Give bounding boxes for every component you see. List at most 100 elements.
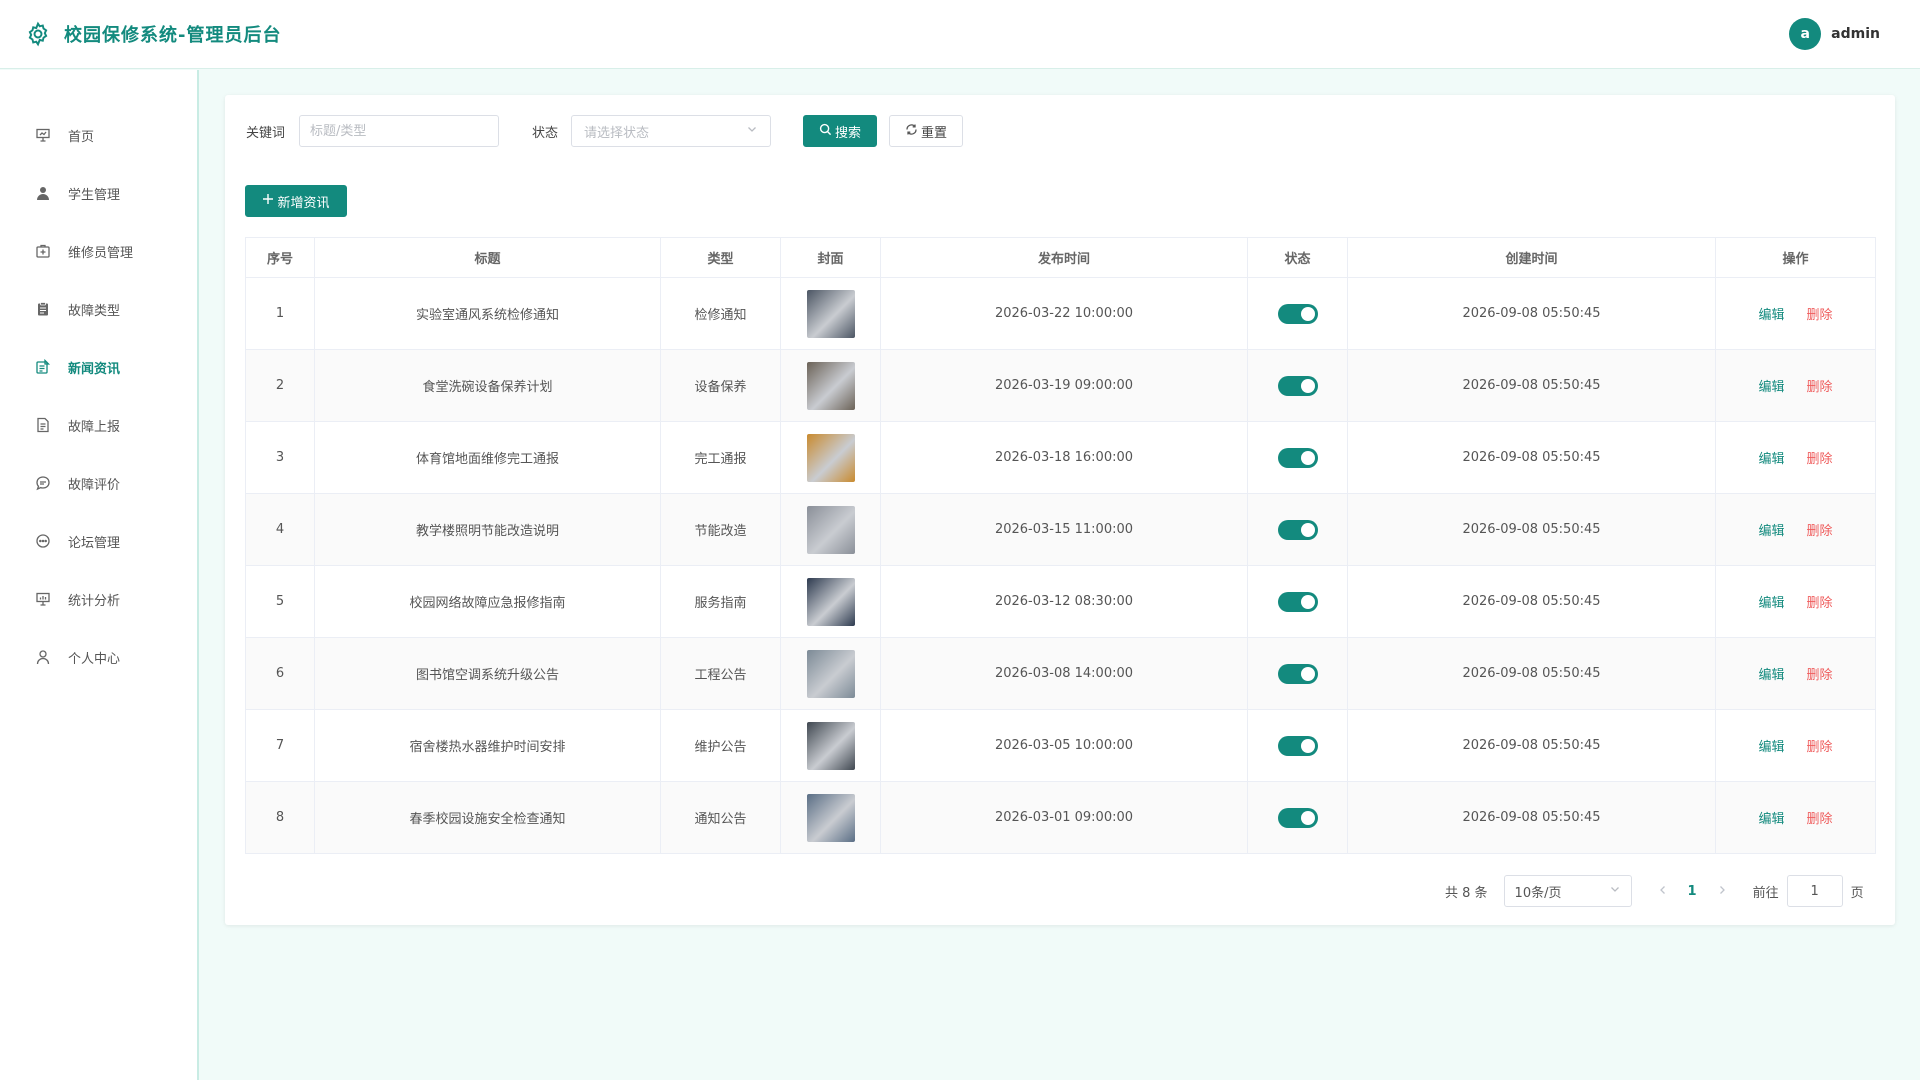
column-header-actions: 操作 (1715, 237, 1876, 278)
reset-button[interactable]: 重置 (889, 115, 963, 147)
sidebar-item-fault-review[interactable]: 故障评价 (0, 463, 197, 503)
sidebar-item-label: 学生管理 (68, 187, 121, 203)
row-created-time: 2026-09-08 05:50:45 (1347, 637, 1716, 710)
table-header-row: 序号 标题 类型 封面 发布时间 状态 创建时间 操作 (245, 237, 1876, 278)
sidebar-item-fault-report[interactable]: 故障上报 (0, 405, 197, 445)
sidebar-item-label: 故障类型 (68, 303, 121, 319)
edit-link[interactable]: 编辑 (1758, 596, 1784, 611)
row-created-time: 2026-09-08 05:50:45 (1347, 781, 1716, 854)
avatar[interactable]: a (1789, 18, 1822, 50)
cover-image[interactable] (806, 649, 855, 698)
table-row: 3 体育馆地面维修完工通报 完工通报 2026-03-18 16:00:00 2… (245, 421, 1876, 494)
status-toggle[interactable] (1277, 447, 1318, 468)
status-toggle[interactable] (1277, 303, 1318, 324)
table-row: 2 食堂洗碗设备保养计划 设备保养 2026-03-19 09:00:00 20… (245, 349, 1876, 422)
delete-link[interactable]: 删除 (1807, 668, 1833, 683)
person-icon (34, 648, 52, 666)
edit-link[interactable]: 编辑 (1758, 380, 1784, 395)
table-row: 6 图书馆空调系统升级公告 工程公告 2026-03-08 14:00:00 2… (245, 637, 1876, 710)
add-news-button-label: 新增资讯 (277, 195, 330, 211)
delete-link[interactable]: 删除 (1807, 596, 1833, 611)
cover-image[interactable] (806, 793, 855, 842)
sidebar-item-students[interactable]: 学生管理 (0, 173, 197, 213)
row-type: 设备保养 (660, 349, 781, 422)
row-index: 8 (245, 781, 315, 854)
status-toggle[interactable] (1277, 735, 1318, 756)
delete-link[interactable]: 删除 (1807, 812, 1833, 827)
top-header: 校园保修系统-管理员后台 a admin (0, 0, 1920, 69)
sidebar: 首页 学生管理 维修员管理 故障类型 新闻资讯 故障上报 故障评价 论坛管理 统… (0, 70, 199, 1080)
cover-image[interactable] (806, 577, 855, 626)
sidebar-item-home[interactable]: 首页 (0, 115, 197, 155)
news-icon (34, 358, 52, 376)
edit-link[interactable]: 编辑 (1758, 308, 1784, 323)
add-news-button[interactable]: 新增资讯 (245, 185, 347, 217)
sidebar-item-label: 新闻资讯 (68, 361, 121, 377)
reset-button-label: 重置 (920, 125, 947, 141)
cover-image[interactable] (806, 361, 855, 410)
delete-link[interactable]: 删除 (1807, 452, 1833, 467)
pagination-total: 共 8 条 (1445, 885, 1488, 901)
page-size-select[interactable]: 10条/页 (1503, 875, 1632, 907)
row-created-time: 2026-09-08 05:50:45 (1347, 709, 1716, 782)
cover-image[interactable] (806, 433, 855, 482)
main-card: 关键词 状态 请选择状态 搜索 重置 新增资讯 序号 标 (225, 95, 1895, 925)
sidebar-item-repairers[interactable]: 维修员管理 (0, 231, 197, 271)
delete-link[interactable]: 删除 (1807, 308, 1833, 323)
search-icon (819, 123, 832, 140)
row-index: 5 (245, 565, 315, 638)
row-publish-time: 2026-03-18 16:00:00 (880, 421, 1248, 494)
row-type: 节能改造 (660, 493, 781, 566)
next-page-button[interactable] (1717, 884, 1727, 899)
user-name[interactable]: admin (1831, 26, 1880, 42)
delete-link[interactable]: 删除 (1807, 380, 1833, 395)
page-size-value: 10条/页 (1514, 885, 1562, 901)
keyword-input[interactable] (299, 115, 499, 147)
edit-link[interactable]: 编辑 (1758, 452, 1784, 467)
status-toggle[interactable] (1277, 591, 1318, 612)
row-title: 体育馆地面维修完工通报 (314, 421, 661, 494)
row-publish-time: 2026-03-01 09:00:00 (880, 781, 1248, 854)
row-title: 春季校园设施安全检查通知 (314, 781, 661, 854)
status-toggle[interactable] (1277, 519, 1318, 540)
edit-link[interactable]: 编辑 (1758, 812, 1784, 827)
status-toggle[interactable] (1277, 663, 1318, 684)
cover-image[interactable] (806, 505, 855, 554)
row-type: 通知公告 (660, 781, 781, 854)
page-suffix: 页 (1850, 885, 1864, 901)
column-header-cover: 封面 (780, 237, 881, 278)
user-menu[interactable]: a admin (1789, 18, 1880, 50)
edit-link[interactable]: 编辑 (1758, 668, 1784, 683)
row-index: 3 (245, 421, 315, 494)
edit-link[interactable]: 编辑 (1758, 740, 1784, 755)
search-button[interactable]: 搜索 (803, 115, 877, 147)
page-number-current[interactable]: 1 (1688, 884, 1697, 899)
column-header-title: 标题 (314, 237, 661, 278)
cover-image[interactable] (806, 289, 855, 338)
status-toggle[interactable] (1277, 807, 1318, 828)
table-row: 8 春季校园设施安全检查通知 通知公告 2026-03-01 09:00:00 … (245, 781, 1876, 854)
row-index: 6 (245, 637, 315, 710)
sidebar-item-label: 论坛管理 (68, 535, 121, 551)
sidebar-item-statistics[interactable]: 统计分析 (0, 579, 197, 619)
row-created-time: 2026-09-08 05:50:45 (1347, 349, 1716, 422)
delete-link[interactable]: 删除 (1807, 740, 1833, 755)
row-created-time: 2026-09-08 05:50:45 (1347, 277, 1716, 350)
sidebar-item-forum[interactable]: 论坛管理 (0, 521, 197, 561)
goto-page-input[interactable] (1786, 875, 1843, 907)
prev-page-button[interactable] (1658, 884, 1668, 899)
cover-image[interactable] (806, 721, 855, 770)
delete-link[interactable]: 删除 (1807, 524, 1833, 539)
gear-icon (24, 20, 52, 48)
status-label: 状态 (532, 126, 559, 141)
edit-link[interactable]: 编辑 (1758, 524, 1784, 539)
sidebar-item-news[interactable]: 新闻资讯 (0, 347, 197, 387)
sidebar-item-profile[interactable]: 个人中心 (0, 637, 197, 677)
row-title: 教学楼照明节能改造说明 (314, 493, 661, 566)
row-type: 检修通知 (660, 277, 781, 350)
status-toggle[interactable] (1277, 375, 1318, 396)
refresh-icon (905, 123, 918, 140)
sidebar-item-fault-types[interactable]: 故障类型 (0, 289, 197, 329)
row-title: 食堂洗碗设备保养计划 (314, 349, 661, 422)
status-select[interactable]: 请选择状态 (571, 115, 771, 147)
